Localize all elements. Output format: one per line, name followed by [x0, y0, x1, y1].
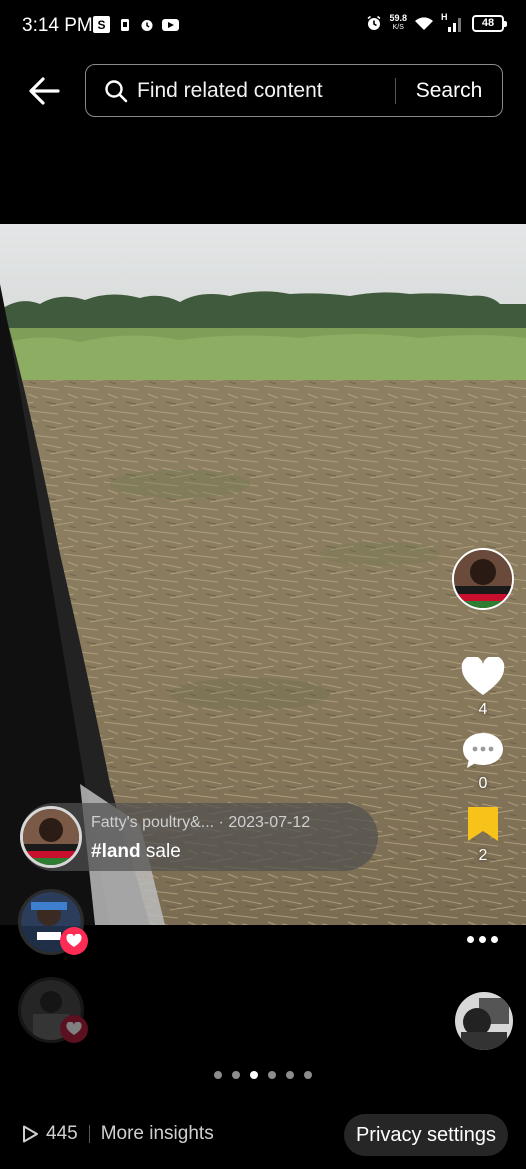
post-date: · 2023-07-12: [218, 814, 311, 831]
heart-badge: [60, 927, 88, 955]
topbar: Find related content Search: [0, 60, 526, 122]
liker-avatar-2[interactable]: [18, 977, 88, 1045]
privacy-settings-button[interactable]: Privacy settings: [343, 1114, 508, 1156]
comment-count: 0: [478, 775, 488, 792]
author-avatar[interactable]: [452, 548, 514, 610]
author-name[interactable]: Fatty's poultry&...: [91, 814, 214, 831]
heart-badge: [60, 1015, 88, 1043]
comment-button[interactable]: 0: [461, 731, 505, 793]
more-insights-label: More insights: [100, 1123, 214, 1144]
like-button[interactable]: 4: [461, 657, 505, 719]
comment-icon: [463, 733, 503, 768]
signal-icon: H: [441, 12, 465, 32]
caption-body: sale: [140, 841, 181, 862]
caption-meta: Fatty's poultry&... · 2023-07-12: [91, 814, 310, 832]
more-options-icon[interactable]: [467, 936, 498, 943]
net-speed: 59.8 K/S: [389, 13, 407, 32]
youtube-icon: [162, 18, 179, 31]
status-time: 3:14 PM: [22, 15, 93, 36]
search-button[interactable]: Search: [396, 79, 502, 103]
liker-avatar-1[interactable]: [18, 889, 88, 957]
bottom-bar: 445 More insights Privacy settings: [0, 1114, 526, 1158]
caption-avatar[interactable]: [20, 806, 82, 868]
page-dot: [232, 1071, 240, 1079]
play-icon: [23, 1125, 38, 1143]
alarm-icon: [141, 19, 153, 31]
caption-text: #land sale: [91, 841, 181, 863]
search-input[interactable]: Find related content Search: [85, 64, 503, 117]
action-rail: 4 0 2: [450, 548, 516, 865]
sim-icon: [121, 18, 129, 31]
alarm-clock-icon: [367, 15, 381, 30]
status-bar: 3:14 PM S 59.8 K/S H 48: [0, 0, 526, 52]
s-app-icon: S: [93, 16, 110, 33]
heart-icon: [461, 657, 505, 695]
page-dot: [286, 1071, 294, 1079]
page-dot-active: [250, 1071, 258, 1079]
view-count: 445: [46, 1123, 78, 1144]
page-dot: [268, 1071, 276, 1079]
heart-icon: [66, 934, 82, 947]
like-count: 4: [478, 701, 488, 718]
save-count: 2: [478, 847, 488, 864]
search-placeholder: Find related content: [137, 78, 323, 102]
notification-icons: S: [93, 16, 179, 33]
bookmark-icon: [468, 807, 498, 841]
page-dot: [214, 1071, 222, 1079]
insights-link[interactable]: 445 More insights: [20, 1123, 214, 1145]
hashtag-link[interactable]: #land: [91, 841, 141, 862]
caption-card[interactable]: Fatty's poultry&... · 2023-07-12 #land s…: [20, 803, 378, 871]
page-dot: [304, 1071, 312, 1079]
battery-icon: 48: [472, 14, 507, 32]
search-icon: [105, 79, 128, 102]
divider: [88, 1125, 90, 1143]
save-button[interactable]: 2: [466, 805, 500, 865]
heart-icon: [66, 1022, 82, 1035]
sound-avatar[interactable]: [455, 992, 513, 1050]
pagination-dots: [0, 1071, 526, 1079]
status-indicators: 59.8 K/S H 48: [366, 12, 507, 32]
wifi-icon: [415, 16, 433, 30]
arrow-left-icon[interactable]: [26, 74, 62, 108]
